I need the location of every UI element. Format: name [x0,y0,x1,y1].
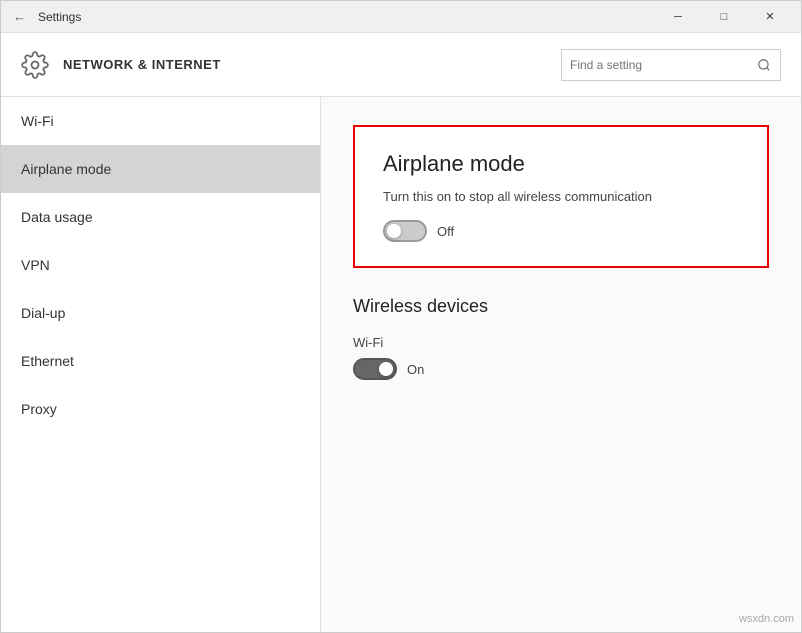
title-bar-controls: ─ □ ✕ [655,1,793,33]
minimize-button[interactable]: ─ [655,1,701,33]
wifi-device-label: Wi-Fi [353,335,769,350]
airplane-toggle-knob [387,224,401,238]
sidebar: Wi-Fi Airplane mode Data usage VPN Dial-… [1,97,321,632]
sidebar-item-airplane[interactable]: Airplane mode [1,145,320,193]
search-input[interactable] [562,58,748,72]
sidebar-item-proxy[interactable]: Proxy [1,385,320,433]
title-bar-title: Settings [38,10,81,24]
watermark: wsxdn.com [739,613,794,625]
airplane-toggle-label: Off [437,224,454,239]
wifi-toggle-track [353,358,397,380]
maximize-button[interactable]: □ [701,1,747,33]
search-icon [748,49,780,81]
sidebar-item-wifi[interactable]: Wi-Fi [1,97,320,145]
content-area: Wi-Fi Airplane mode Data usage VPN Dial-… [1,97,801,632]
title-bar-left: ← Settings [9,7,655,26]
airplane-mode-card: Airplane mode Turn this on to stop all w… [353,125,769,268]
wifi-toggle-row: On [353,358,769,380]
main-panel: Airplane mode Turn this on to stop all w… [321,97,801,632]
wireless-devices-title: Wireless devices [353,296,769,317]
airplane-mode-description: Turn this on to stop all wireless commun… [383,189,739,204]
header-title: NETWORK & INTERNET [63,57,547,72]
title-bar: ← Settings ─ □ ✕ [1,1,801,33]
wifi-toggle-label: On [407,362,424,377]
close-button[interactable]: ✕ [747,1,793,33]
sidebar-item-datausage[interactable]: Data usage [1,193,320,241]
sidebar-item-ethernet[interactable]: Ethernet [1,337,320,385]
search-box [561,49,781,81]
header: NETWORK & INTERNET [1,33,801,97]
airplane-toggle-track [383,220,427,242]
back-button[interactable]: ← [9,7,30,26]
sidebar-item-dialup[interactable]: Dial-up [1,289,320,337]
wireless-devices-section: Wireless devices Wi-Fi On [353,296,769,380]
wifi-toggle-knob [379,362,393,376]
wifi-toggle[interactable] [353,358,397,380]
wifi-device: Wi-Fi On [353,335,769,380]
settings-icon [21,51,49,79]
sidebar-item-vpn[interactable]: VPN [1,241,320,289]
airplane-toggle-row: Off [383,220,739,242]
settings-window: ← Settings ─ □ ✕ NETWORK & INTERNET [0,0,802,633]
airplane-mode-title: Airplane mode [383,151,739,177]
airplane-mode-toggle[interactable] [383,220,427,242]
